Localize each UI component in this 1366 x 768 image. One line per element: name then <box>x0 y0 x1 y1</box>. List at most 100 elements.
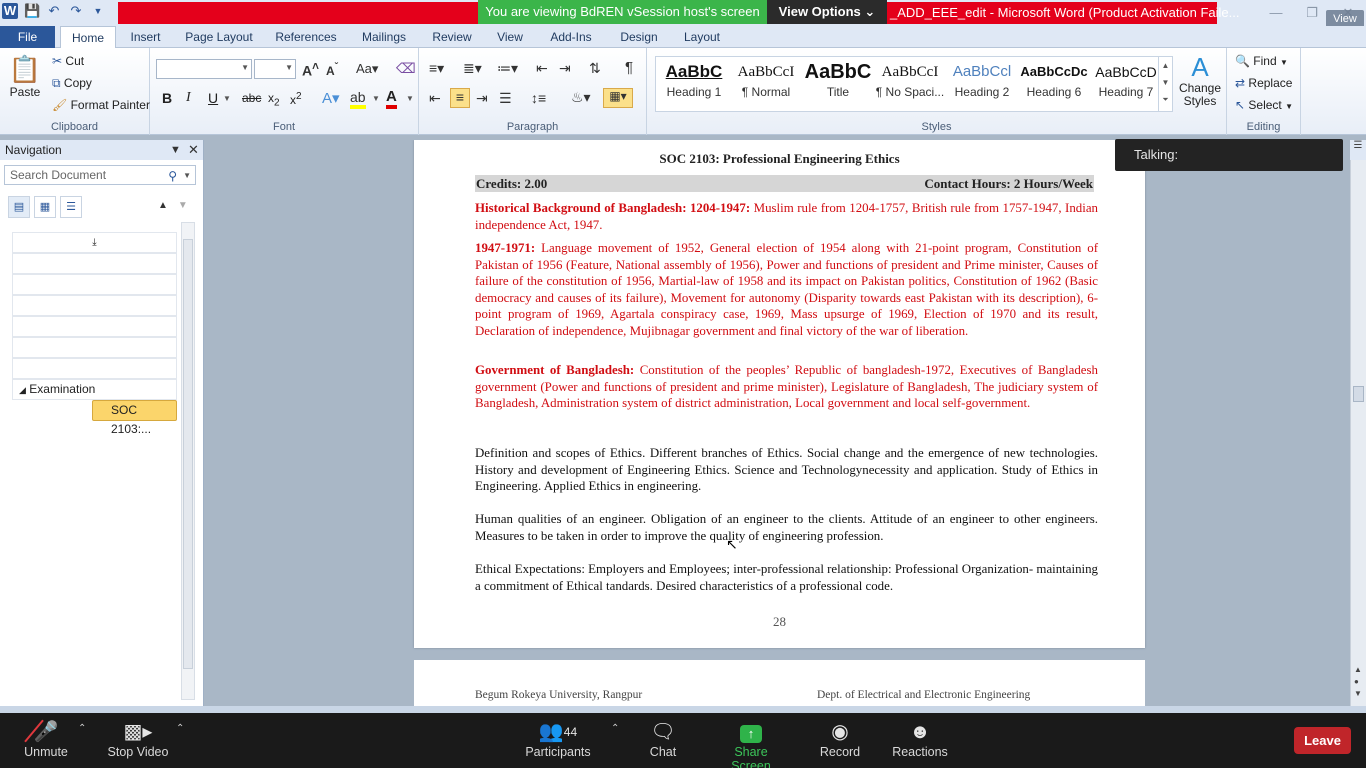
style-heading-7[interactable]: AaBbCcD Heading 7 <box>1090 59 1162 105</box>
list-item[interactable] <box>12 358 177 379</box>
list-item[interactable] <box>12 316 177 337</box>
copy-button[interactable]: ⧉ Copy <box>52 76 92 91</box>
list-item[interactable] <box>12 274 177 295</box>
tab-insert[interactable]: Insert <box>123 26 168 48</box>
shrink-font-button[interactable]: Aˇ <box>326 62 338 78</box>
tab-review[interactable]: Review <box>426 26 478 48</box>
find-button[interactable]: 🔍 Find ▼ <box>1235 54 1288 68</box>
nav-heading-soc-2103[interactable]: SOC 2103:... <box>92 400 177 436</box>
style-heading-2[interactable]: AaBbCcl Heading 2 <box>946 59 1018 105</box>
multilevel-list-button[interactable]: ≔▾ <box>497 60 518 77</box>
tab-file[interactable]: File <box>0 26 55 48</box>
tab-mailings[interactable]: Mailings <box>354 26 414 48</box>
decrease-indent-button[interactable]: ⇤ <box>536 60 548 77</box>
next-document-page[interactable]: Begum Rokeya University, Rangpur Dept. o… <box>414 660 1145 706</box>
search-icon[interactable]: ⚲ <box>168 167 177 185</box>
previous-heading-icon[interactable]: ▲ <box>158 200 168 211</box>
stop-video-button[interactable]: ▩▸ Stop Video <box>104 719 172 759</box>
tab-layout[interactable]: Layout <box>678 26 726 48</box>
style-title[interactable]: AaBbC Title <box>802 59 874 105</box>
view-options-button[interactable]: View Options ⌄ <box>767 0 887 24</box>
collapse-triangle-icon[interactable]: ◢ <box>19 385 26 395</box>
minimize-icon[interactable]: — <box>1258 0 1294 26</box>
show-formatting-button[interactable]: ¶ <box>625 59 633 76</box>
headings-view-icon[interactable]: ▤ <box>8 196 30 218</box>
strikethrough-button[interactable]: abc <box>242 91 261 105</box>
subscript-button[interactable]: x2 <box>268 91 280 108</box>
style-heading-1[interactable]: AaBbC Heading 1 <box>658 59 730 105</box>
replace-button[interactable]: ⇄ Replace <box>1235 76 1292 90</box>
close-icon[interactable]: ✕ <box>188 140 199 160</box>
scroll-thumb[interactable] <box>183 239 193 669</box>
numbering-button[interactable]: ≣▾ <box>463 60 482 77</box>
nav-heading-examination[interactable]: ◢ Examination <box>12 379 177 400</box>
pages-view-icon[interactable]: ▦ <box>34 196 56 218</box>
scroll-thumb[interactable] <box>1353 386 1364 402</box>
next-heading-icon[interactable]: ▼ <box>178 200 188 211</box>
increase-indent-button[interactable]: ⇥ <box>559 60 571 77</box>
navigation-scrollbar[interactable] <box>181 222 195 700</box>
underline-button[interactable]: U <box>208 90 218 106</box>
save-icon[interactable]: 💾 <box>24 3 40 19</box>
participants-button[interactable]: 👥44 Participants <box>524 719 592 759</box>
tab-references[interactable]: References <box>270 26 342 48</box>
customize-qat-icon[interactable]: ▼ <box>90 3 106 19</box>
align-left-button[interactable]: ⇤ <box>429 90 441 107</box>
navigation-menu-icon[interactable]: ▼ <box>170 140 181 160</box>
unmute-button[interactable]: 🎤 Unmute <box>22 719 70 759</box>
tab-view[interactable]: View <box>490 26 530 48</box>
change-styles-button[interactable]: A Change Styles <box>1177 52 1223 108</box>
style-heading-6[interactable]: AaBbCcDc Heading 6 <box>1018 59 1090 105</box>
leave-button[interactable]: Leave <box>1294 727 1351 754</box>
tab-add-ins[interactable]: Add-Ins <box>543 26 599 48</box>
highlight-dropdown-icon[interactable]: ▼ <box>372 94 380 103</box>
cut-button[interactable]: ✂ Cut <box>52 54 84 68</box>
grow-font-button[interactable]: A˄ <box>302 60 319 79</box>
highlight-button[interactable]: ab <box>350 89 366 109</box>
text-effects-button[interactable]: A▾ <box>322 89 340 107</box>
list-item[interactable] <box>12 295 177 316</box>
list-item[interactable] <box>12 253 177 274</box>
font-size-combo[interactable]: ▼ <box>254 59 296 79</box>
select-button[interactable]: ↖ Select ▼ <box>1235 98 1293 112</box>
shading-button[interactable]: ♨▾ <box>571 89 591 106</box>
redo-icon[interactable]: ↷ <box>68 3 84 19</box>
paste-button[interactable]: 📋 Paste <box>8 54 42 99</box>
record-button[interactable]: ◉ Record <box>814 719 866 759</box>
list-item[interactable] <box>12 337 177 358</box>
tab-design[interactable]: Design <box>612 26 666 48</box>
sort-button[interactable]: ⇅ <box>589 60 601 77</box>
document-page[interactable]: SOC 2103: Professional Engineering Ethic… <box>414 140 1145 648</box>
ruler-toggle-icon[interactable]: ☰ <box>1350 140 1366 160</box>
search-options-icon[interactable]: ▼ <box>183 167 191 185</box>
clear-formatting-icon[interactable]: ⌫ <box>396 60 416 77</box>
bullets-button[interactable]: ≡▾ <box>429 60 444 77</box>
tab-page-layout[interactable]: Page Layout <box>180 26 258 48</box>
borders-button[interactable]: ▦▾ <box>603 88 633 108</box>
format-painter-button[interactable]: 🖌 Format Painter <box>52 98 150 112</box>
italic-button[interactable]: I <box>186 90 191 106</box>
font-color-dropdown-icon[interactable]: ▼ <box>406 94 414 103</box>
results-view-icon[interactable]: ☰ <box>60 196 82 218</box>
tab-home[interactable]: Home <box>60 26 116 49</box>
reactions-button[interactable]: ☻ Reactions <box>890 719 950 759</box>
browse-buttons[interactable]: ▲ ● ▼ <box>1354 664 1362 700</box>
change-case-button[interactable]: Aa▾ <box>356 61 378 77</box>
superscript-button[interactable]: x2 <box>290 91 302 107</box>
justify-button[interactable]: ☰ <box>499 90 512 107</box>
undo-icon[interactable]: ↶ <box>46 3 62 19</box>
collapse-headings-icon[interactable]: ⤓ <box>12 232 177 253</box>
chat-button[interactable]: 🗨 Chat <box>640 719 686 759</box>
line-spacing-button[interactable]: ↕≡ <box>531 90 546 106</box>
search-document-input[interactable]: Search Document ⚲ ▼ <box>4 165 196 185</box>
font-color-button[interactable]: A <box>386 88 397 109</box>
styles-gallery-scroll[interactable]: ▲ ▼ ⏷ <box>1158 57 1172 111</box>
document-scrollbar[interactable]: ▲ ● ▼ <box>1350 160 1366 706</box>
align-center-button[interactable]: ≡ <box>450 88 470 108</box>
share-screen-button[interactable]: ↑ Share Screen <box>713 719 789 768</box>
align-right-button[interactable]: ⇥ <box>476 90 488 107</box>
style-no-spacing[interactable]: AaBbCcI ¶ No Spaci... <box>874 59 946 105</box>
underline-dropdown-icon[interactable]: ▼ <box>223 94 231 103</box>
restore-icon[interactable]: ❐ <box>1294 0 1330 26</box>
bold-button[interactable]: B <box>162 90 172 106</box>
